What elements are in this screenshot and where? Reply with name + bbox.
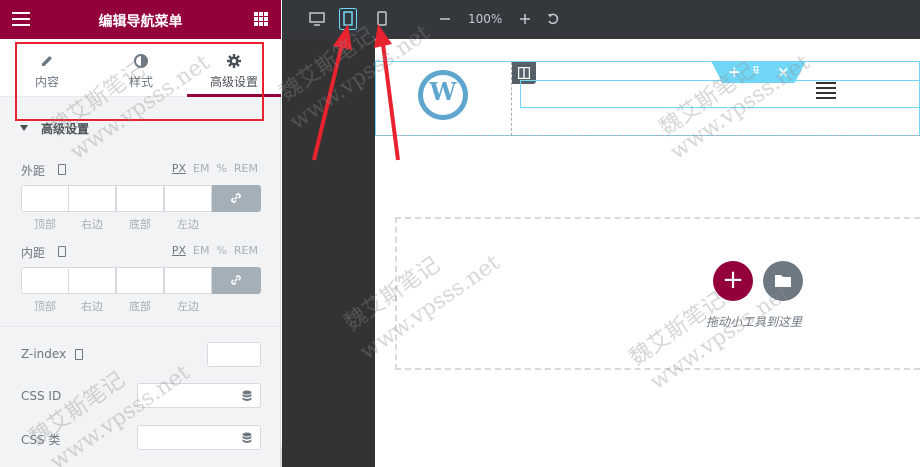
z-index-input[interactable]	[207, 342, 261, 367]
folder-icon	[775, 275, 791, 287]
unit-em[interactable]: EM	[193, 244, 209, 257]
drop-hint: 拖动小工具到这里	[706, 315, 803, 329]
link-icon	[231, 275, 241, 285]
tablet-responsive-icon[interactable]	[75, 349, 83, 360]
unit-em[interactable]: EM	[193, 162, 209, 175]
side-label: 底部	[129, 218, 151, 231]
padding-left-input[interactable]	[164, 267, 212, 294]
reset-zoom-button[interactable]	[546, 9, 560, 29]
section-title: 高级设置	[41, 122, 90, 136]
column-border	[375, 135, 920, 136]
css-id-input[interactable]	[137, 383, 235, 408]
link-icon	[231, 193, 241, 203]
margin-bottom-input[interactable]	[116, 185, 164, 212]
zoom-out-button[interactable]	[438, 9, 452, 29]
database-icon	[242, 432, 252, 443]
divider	[0, 326, 281, 327]
side-label: 右边	[81, 300, 103, 313]
dynamic-tags-button[interactable]	[234, 383, 261, 408]
empty-drop-zone[interactable]	[395, 217, 920, 370]
minus-icon	[440, 18, 450, 20]
dynamic-tags-button[interactable]	[234, 425, 261, 450]
padding-bottom-input[interactable]	[116, 267, 164, 294]
unit-px[interactable]: PX	[172, 162, 186, 175]
margin-top-input[interactable]	[21, 185, 69, 212]
desktop-button[interactable]	[309, 9, 325, 29]
padding-units: PX EM% REM	[165, 244, 258, 257]
undo-icon	[548, 13, 559, 25]
side-label: 左边	[177, 218, 199, 231]
padding-inputs	[21, 267, 261, 294]
padding-top-input[interactable]	[21, 267, 69, 294]
margin-label: 外距	[21, 164, 46, 178]
mobile-button[interactable]	[376, 9, 388, 29]
unit-px[interactable]: PX	[172, 244, 186, 257]
responsive-toolbar: 100%	[282, 0, 920, 39]
template-library-button[interactable]	[763, 261, 803, 301]
plus-icon: +	[722, 265, 744, 295]
nav-toggle-icon[interactable]	[816, 82, 836, 100]
z-index-label: Z-index	[21, 347, 67, 361]
tablet-responsive-icon[interactable]	[58, 164, 66, 175]
margin-units: PX EM% REM	[165, 162, 258, 175]
caret-down-icon	[20, 125, 28, 131]
highlight-box	[15, 42, 264, 121]
unit-rem[interactable]: REM	[234, 244, 258, 257]
column-icon	[518, 67, 530, 79]
tablet-responsive-icon[interactable]	[58, 246, 66, 257]
wordpress-logo[interactable]: W	[418, 70, 468, 120]
editor-panel: 编辑导航菜单 内容 样式 高级设置 高级设置 外距 PX EM % REM 顶部…	[0, 0, 281, 467]
drag-handle-icon[interactable]: ⠿	[752, 66, 760, 77]
close-icon[interactable]: ×	[777, 63, 790, 81]
mobile-icon	[377, 11, 387, 26]
unit-rem[interactable]: REM	[234, 162, 258, 175]
panel-title: 编辑导航菜单	[98, 14, 183, 30]
desktop-icon	[309, 12, 325, 26]
margin-right-input[interactable]	[68, 185, 116, 212]
zoom-in-button[interactable]	[518, 9, 532, 29]
padding-link-button[interactable]	[212, 267, 261, 294]
widgets-grid-icon[interactable]	[254, 12, 268, 26]
side-label: 顶部	[34, 300, 56, 313]
panel-header: 编辑导航菜单	[0, 0, 281, 39]
unit-percent[interactable]: %	[216, 162, 226, 175]
margin-inputs	[21, 185, 261, 212]
margin-link-button[interactable]	[212, 185, 261, 212]
side-label: 底部	[129, 300, 151, 313]
section-handle: + ⠿ ×	[711, 61, 806, 83]
unit-percent[interactable]: %	[216, 244, 226, 257]
plus-icon	[520, 14, 530, 24]
tablet-button[interactable]	[339, 8, 357, 30]
padding-label: 内距	[21, 246, 46, 260]
tablet-icon	[339, 8, 357, 30]
css-class-label: CSS 类	[21, 433, 61, 447]
margin-left-input[interactable]	[164, 185, 212, 212]
side-label: 左边	[177, 300, 199, 313]
css-id-label: CSS ID	[21, 389, 62, 403]
side-label: 顶部	[34, 218, 56, 231]
zoom-level: 100%	[468, 12, 503, 26]
database-icon	[242, 390, 252, 401]
padding-right-input[interactable]	[68, 267, 116, 294]
add-section-icon[interactable]: +	[728, 63, 741, 81]
nav-menu-widget[interactable]	[520, 80, 920, 108]
add-section-button[interactable]: +	[713, 261, 753, 301]
css-class-input[interactable]	[137, 425, 235, 450]
side-label: 右边	[81, 218, 103, 231]
